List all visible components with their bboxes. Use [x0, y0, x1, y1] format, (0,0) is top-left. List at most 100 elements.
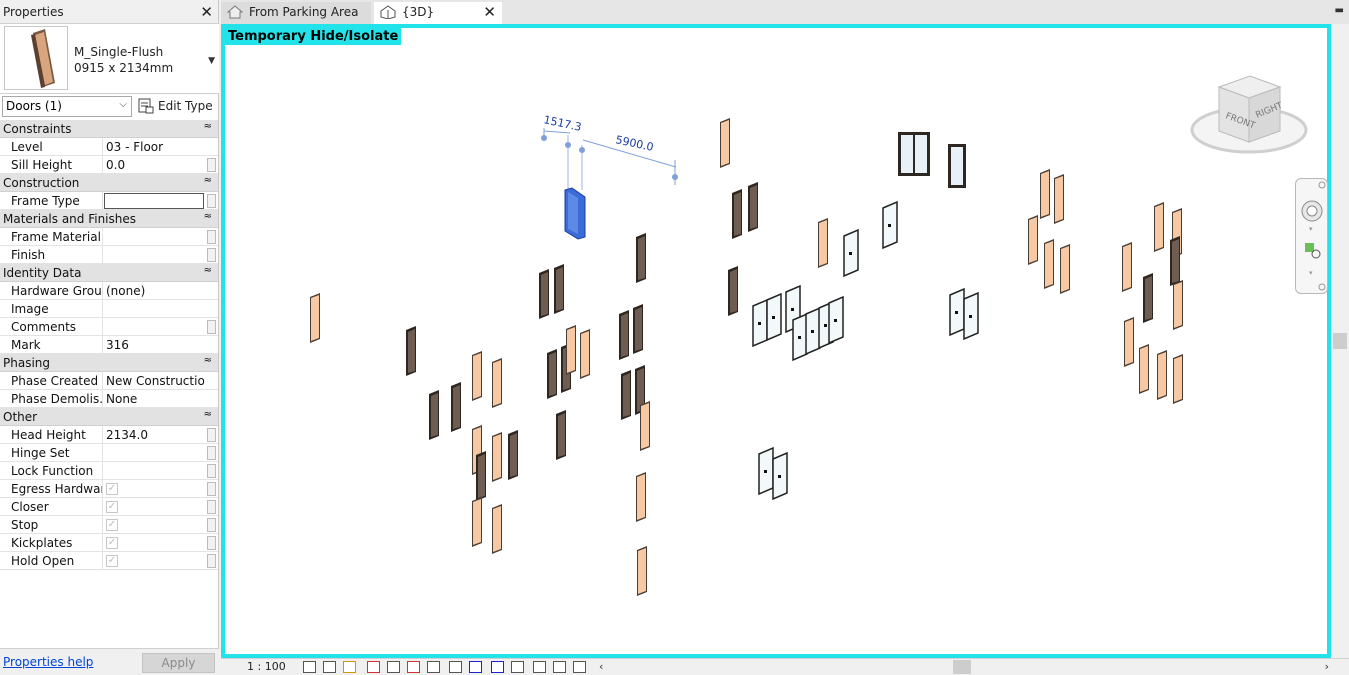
close-icon[interactable]: ✕ [200, 3, 213, 21]
apply-button[interactable]: Apply [142, 653, 215, 673]
associate-param-button[interactable] [207, 194, 216, 208]
frame-type-input[interactable] [104, 193, 204, 209]
associate-param-button[interactable] [207, 248, 216, 262]
crop-view-icon[interactable] [407, 661, 420, 673]
dimension-1[interactable]: 1517.3 [542, 113, 582, 134]
prop-row-mark[interactable]: Mark 316 [0, 336, 218, 354]
prop-value[interactable] [104, 246, 204, 264]
checkbox[interactable]: ✓ [106, 501, 118, 513]
associate-param-button[interactable] [207, 320, 216, 334]
instance-filter[interactable]: Doors (1) ⌵ [2, 96, 132, 117]
zoom-region-icon[interactable] [1305, 243, 1321, 259]
associate-param-button[interactable] [207, 158, 216, 172]
horizontal-scroll-thumb[interactable] [953, 660, 971, 674]
prop-row-image[interactable]: Image [0, 300, 218, 318]
scroll-right-icon[interactable]: › [1325, 660, 1329, 673]
associate-param-button[interactable] [207, 464, 216, 478]
shadows-icon[interactable] [367, 661, 380, 673]
associate-param-button[interactable] [207, 446, 216, 460]
collapse-icon[interactable]: ≈ [204, 265, 212, 276]
worksharing-icon[interactable] [511, 661, 524, 673]
prop-row-comments[interactable]: Comments [0, 318, 218, 336]
crop-region-icon[interactable] [427, 661, 440, 673]
associate-param-button[interactable] [207, 500, 216, 514]
prop-row-lock-function[interactable]: Lock Function [0, 462, 218, 480]
prop-row-hold-open[interactable]: Hold Open ✓ [0, 552, 218, 570]
model-canvas[interactable]: 1517.3 5900.0 FRONT RIGHT [225, 28, 1327, 654]
prop-row-frame-material[interactable]: Frame Material [0, 228, 218, 246]
prop-value[interactable] [104, 444, 204, 462]
close-icon[interactable] [1318, 181, 1326, 189]
properties-help-link[interactable]: Properties help [3, 655, 93, 669]
collapse-icon[interactable]: ≈ [204, 121, 212, 132]
associate-param-button[interactable] [207, 518, 216, 532]
prop-row-hardware-group[interactable]: Hardware Group (none) [0, 282, 218, 300]
associate-param-button[interactable] [207, 536, 216, 550]
detail-level-icon[interactable] [303, 661, 316, 673]
prop-value[interactable]: 316 [104, 336, 204, 354]
associate-param-button[interactable] [207, 428, 216, 442]
prop-value[interactable]: 2134.0 [104, 426, 204, 444]
prop-row-sill-height[interactable]: Sill Height 0.0 [0, 156, 218, 174]
group-other[interactable]: Other ≈ [0, 408, 218, 426]
prop-row-hinge-set[interactable]: Hinge Set [0, 444, 218, 462]
group-identity[interactable]: Identity Data ≈ [0, 264, 218, 282]
checkbox[interactable]: ✓ [106, 555, 118, 567]
edit-type-button[interactable]: Edit Type [138, 98, 213, 114]
door-elements[interactable] [310, 118, 1183, 596]
prop-value[interactable]: New Construction [104, 372, 204, 390]
group-constraints[interactable]: Constraints ≈ [0, 120, 218, 138]
visual-style-icon[interactable] [323, 661, 336, 673]
associate-param-button[interactable] [207, 230, 216, 244]
render-icon[interactable] [387, 661, 400, 673]
prop-value[interactable]: 03 - Floor [104, 138, 204, 156]
prop-row-head-height[interactable]: Head Height 2134.0 [0, 426, 218, 444]
collapse-icon[interactable]: ≈ [204, 175, 212, 186]
reveal-hidden-icon[interactable] [491, 661, 504, 673]
reveal-constraints-icon[interactable] [573, 661, 586, 673]
customize-icon[interactable] [1318, 283, 1326, 291]
tab-3d[interactable]: {3D} ✕ [374, 2, 502, 24]
3d-viewport[interactable]: 1517.3 5900.0 FRONT RIGHT Temporary Hide… [221, 24, 1331, 658]
steering-wheel-icon[interactable] [1301, 200, 1323, 222]
chevron-down-icon[interactable]: ▾ [1309, 225, 1313, 233]
prop-row-closer[interactable]: Closer ✓ [0, 498, 218, 516]
analytical-model-icon[interactable] [533, 661, 546, 673]
vertical-scroll-thumb[interactable] [1333, 333, 1347, 349]
prop-row-level[interactable]: Level 03 - Floor [0, 138, 218, 156]
prop-row-egress-hardware[interactable]: Egress Hardware ✓ [0, 480, 218, 498]
prop-row-frame-type[interactable]: Frame Type [0, 192, 218, 210]
sun-path-icon[interactable] [343, 661, 356, 673]
scroll-left-icon[interactable]: ‹ [599, 660, 603, 673]
associate-param-button[interactable] [207, 482, 216, 496]
collapse-icon[interactable]: ≈ [204, 355, 212, 366]
close-icon[interactable]: ✕ [483, 3, 496, 21]
chevron-down-icon[interactable]: ▾ [1309, 269, 1313, 277]
temporary-hide-icon[interactable] [469, 661, 482, 673]
prop-row-stop[interactable]: Stop ✓ [0, 516, 218, 534]
view-scale[interactable]: 1 : 100 [247, 660, 286, 673]
prop-row-phase-created[interactable]: Phase Created New Construction [0, 372, 218, 390]
checkbox[interactable]: ✓ [106, 519, 118, 531]
chevron-down-icon[interactable]: ▼ [208, 56, 215, 66]
prop-value[interactable]: None [104, 390, 204, 408]
associate-param-button[interactable] [207, 554, 216, 568]
type-selector[interactable]: M_Single-Flush 0915 x 2134mm ▼ [0, 24, 219, 94]
group-construction[interactable]: Construction ≈ [0, 174, 218, 192]
prop-value[interactable] [104, 228, 204, 246]
dimension-annotation[interactable] [541, 128, 678, 190]
selected-door[interactable] [564, 187, 586, 240]
highlight-displacement-icon[interactable] [553, 661, 566, 673]
prop-value[interactable] [104, 462, 204, 480]
tab-menu-icon[interactable]: ▬ [1335, 5, 1344, 16]
collapse-icon[interactable]: ≈ [204, 211, 212, 222]
prop-row-phase-demolished[interactable]: Phase Demolis... None [0, 390, 218, 408]
prop-value[interactable] [104, 318, 204, 336]
group-materials[interactable]: Materials and Finishes ≈ [0, 210, 218, 228]
unlock-3d-icon[interactable] [449, 661, 462, 673]
prop-row-finish[interactable]: Finish [0, 246, 218, 264]
checkbox[interactable]: ✓ [106, 483, 118, 495]
prop-value[interactable]: (none) [104, 282, 204, 300]
tab-from-parking-area[interactable]: From Parking Area [221, 2, 371, 24]
checkbox[interactable]: ✓ [106, 537, 118, 549]
